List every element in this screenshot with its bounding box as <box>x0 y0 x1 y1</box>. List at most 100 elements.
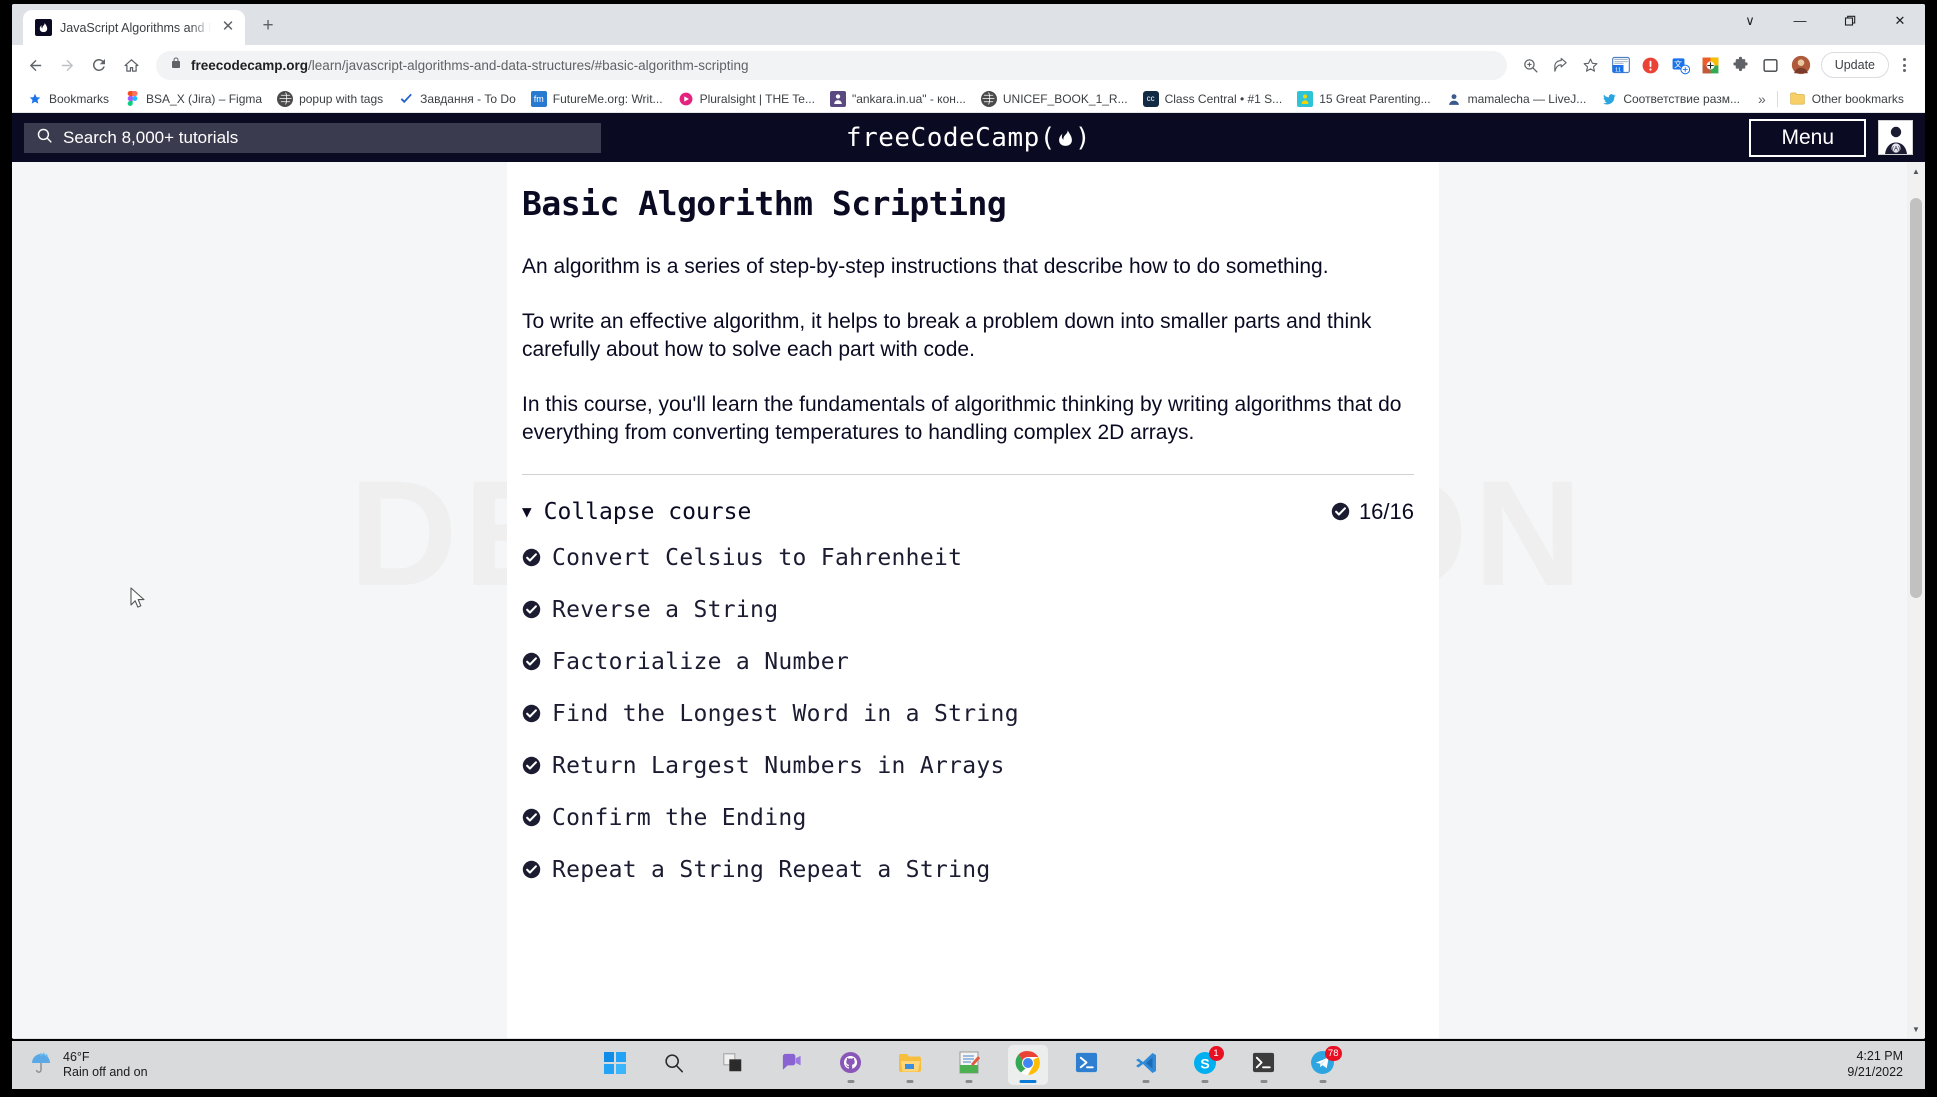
check-circle-icon <box>522 548 541 567</box>
taskbar-clock[interactable]: 4:21 PM 9/21/2022 <box>1847 1049 1919 1080</box>
forward-button[interactable] <box>52 50 82 80</box>
challenge-item[interactable]: Find the Longest Word in a String <box>522 701 1414 727</box>
home-button[interactable] <box>116 50 146 80</box>
challenge-item[interactable]: Reverse a String <box>522 597 1414 623</box>
check-circle-icon <box>522 808 541 827</box>
bookmark-star-icon[interactable] <box>1577 51 1605 79</box>
globe-icon <box>277 90 294 107</box>
chrome-menu-icon[interactable] <box>1891 51 1917 79</box>
header-right: Menu (A) <box>1749 118 1913 157</box>
challenge-item[interactable]: Return Largest Numbers in Arrays <box>522 753 1414 779</box>
bookmark-item[interactable]: fm FutureMe.org: Writ... <box>524 89 670 109</box>
taskbar-search-button[interactable] <box>654 1045 694 1085</box>
bookmarks-divider <box>1776 90 1778 107</box>
side-panel-icon[interactable] <box>1757 51 1785 79</box>
bookmark-label: UNICEF_BOOK_1_R... <box>1002 91 1128 106</box>
bookmark-label: Bookmarks <box>49 91 110 106</box>
bookmark-item[interactable]: BSA_X (Jira) – Figma <box>117 89 269 109</box>
challenge-item[interactable]: Convert Celsius to Fahrenheit <box>522 545 1414 571</box>
windows-logo-icon <box>603 1051 626 1079</box>
other-bookmarks-folder[interactable]: Other bookmarks <box>1783 89 1911 109</box>
scrollbar-down-arrow[interactable]: ▼ <box>1907 1020 1925 1038</box>
challenge-item[interactable]: Factorialize a Number <box>522 649 1414 675</box>
challenge-label: Repeat a String Repeat a String <box>552 856 991 883</box>
running-indicator <box>1260 1080 1267 1083</box>
reload-button[interactable] <box>84 50 114 80</box>
tab-close-icon[interactable]: ✕ <box>219 18 237 37</box>
window-minimize-icon[interactable]: — <box>1775 4 1825 37</box>
search-input[interactable]: Search 8,000+ tutorials <box>24 122 601 153</box>
window-close-icon[interactable]: ✕ <box>1875 4 1925 37</box>
bookmark-item[interactable]: Bookmarks <box>20 89 116 109</box>
powershell-icon <box>1075 1051 1098 1079</box>
page-scrollbar[interactable]: ▲ ▼ <box>1907 162 1925 1038</box>
update-button[interactable]: Update <box>1820 52 1889 78</box>
bookmarks-overflow-button[interactable]: » <box>1748 91 1776 107</box>
svg-text:(A): (A) <box>1892 146 1900 152</box>
weather-description: Rain off and on <box>63 1065 148 1079</box>
page-title: Basic Algorithm Scripting <box>522 184 1007 223</box>
window-maximize-icon[interactable] <box>1825 4 1875 37</box>
bookmark-label: FutureMe.org: Writ... <box>552 91 663 106</box>
svg-text:11: 11 <box>1615 68 1621 74</box>
bookmark-item[interactable]: Завдання - To Do <box>391 89 523 109</box>
puzzle-extensions-icon[interactable] <box>1727 51 1755 79</box>
vs-code-button[interactable] <box>1126 1045 1166 1085</box>
check-circle-icon <box>522 600 541 619</box>
collapse-course-toggle[interactable]: ▼ Collapse course 16/16 <box>522 475 1414 545</box>
back-button[interactable] <box>20 50 50 80</box>
powershell-button[interactable] <box>1067 1045 1107 1085</box>
google-chrome-button[interactable] <box>1007 1045 1048 1085</box>
bookmark-item[interactable]: Pluralsight | THE Te... <box>671 89 822 109</box>
folder-icon <box>1790 91 1806 107</box>
bookmark-item[interactable]: cc Class Central • #1 S... <box>1136 89 1290 109</box>
share-icon[interactable] <box>1547 51 1575 79</box>
scrollbar-up-arrow[interactable]: ▲ <box>1907 162 1925 180</box>
profile-avatar-icon[interactable] <box>1787 51 1815 79</box>
challenge-label: Reverse a String <box>552 596 779 623</box>
bookmark-item[interactable]: popup with tags <box>270 89 390 109</box>
running-indicator <box>1201 1080 1208 1083</box>
tab-favicon-icon <box>35 19 52 36</box>
skype-button[interactable]: S 1 <box>1185 1045 1225 1085</box>
task-view-button[interactable] <box>713 1045 753 1085</box>
bookmark-item[interactable]: UNICEF_BOOK_1_R... <box>974 89 1135 109</box>
chat-button[interactable] <box>772 1045 812 1085</box>
github-icon <box>839 1051 862 1079</box>
calendar-extension-icon[interactable]: 11 <box>1607 51 1635 79</box>
menu-button[interactable]: Menu <box>1749 118 1866 157</box>
translate-extension-icon[interactable]: 文 <box>1667 51 1695 79</box>
weather-widget[interactable]: 46°F Rain off and on <box>18 1047 158 1084</box>
bookmark-label: popup with tags <box>299 91 384 106</box>
challenge-item[interactable]: Confirm the Ending <box>522 805 1414 831</box>
file-explorer-button[interactable] <box>890 1045 930 1085</box>
address-bar-url: freecodecamp.org/learn/javascript-algori… <box>191 58 748 73</box>
new-tab-button[interactable]: + <box>255 13 281 39</box>
bookmark-item[interactable]: mamalecha — LiveJ... <box>1439 89 1594 109</box>
bookmark-item[interactable]: "ankara.in.ua" - кон... <box>823 89 973 109</box>
check-circle-icon <box>522 704 541 723</box>
terminal-icon <box>1252 1051 1275 1079</box>
challenge-label: Convert Celsius to Fahrenheit <box>552 544 963 571</box>
zoom-icon[interactable] <box>1517 51 1545 79</box>
start-button[interactable] <box>595 1045 635 1085</box>
bookmark-item[interactable]: 15 Great Parenting... <box>1290 89 1437 109</box>
telegram-button[interactable]: 78 <box>1303 1045 1343 1085</box>
taskbar: 46°F Rain off and on S 1 78 4:21 PM 9/21… <box>12 1041 1925 1089</box>
scrollbar-thumb[interactable] <box>1910 198 1922 598</box>
github-desktop-button[interactable] <box>831 1045 871 1085</box>
challenge-item[interactable]: Repeat a String Repeat a String <box>522 857 1414 883</box>
bookmark-item[interactable]: Соответствие разм... <box>1594 89 1747 109</box>
notepad-button[interactable] <box>949 1045 989 1085</box>
window-controls: ∨ — ✕ <box>1725 4 1925 37</box>
bookmark-label: Class Central • #1 S... <box>1164 91 1283 106</box>
color-extension-icon[interactable] <box>1697 51 1725 79</box>
site-logo-suffix: ) <box>1074 122 1092 153</box>
address-bar[interactable]: freecodecamp.org/learn/javascript-algori… <box>156 50 1507 80</box>
avatar[interactable]: (A) <box>1878 120 1913 155</box>
alert-extension-icon[interactable] <box>1637 51 1665 79</box>
other-bookmarks-label: Other bookmarks <box>1811 91 1904 106</box>
browser-tab[interactable]: JavaScript Algorithms and Data S ✕ <box>23 10 245 45</box>
window-more-icon[interactable]: ∨ <box>1725 4 1775 37</box>
terminal-button[interactable] <box>1244 1045 1284 1085</box>
